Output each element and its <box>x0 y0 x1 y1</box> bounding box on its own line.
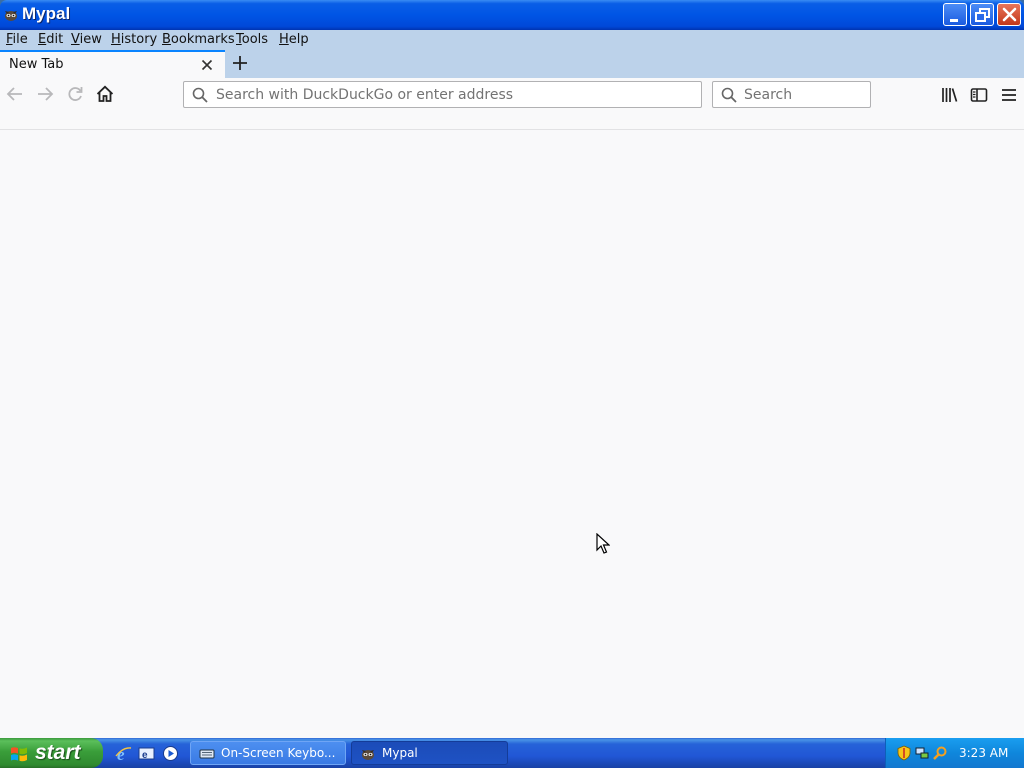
library-icon[interactable] <box>940 85 960 105</box>
menu-help[interactable]: Help <box>279 32 309 47</box>
security-shield-icon[interactable] <box>896 745 912 761</box>
mypal-raccoon-icon <box>5 11 17 21</box>
window-title: Mypal <box>22 4 71 23</box>
address-bar[interactable] <box>183 81 702 108</box>
close-icon <box>1002 7 1017 22</box>
menu-bookmarks[interactable]: Bookmarks <box>162 32 235 47</box>
tab-strip: New Tab <box>0 50 1024 78</box>
search-input[interactable] <box>744 85 866 104</box>
taskbar-item-on-screen-keyboard[interactable]: On-Screen Keybo... <box>190 741 346 765</box>
internet-explorer-icon[interactable]: e <box>115 745 132 762</box>
menu-edit[interactable]: Edit <box>38 32 63 47</box>
close-button[interactable] <box>997 3 1021 26</box>
home-icon[interactable] <box>95 84 115 104</box>
windows-flag-icon <box>11 747 27 762</box>
back-arrow-icon[interactable] <box>5 84 25 104</box>
search-tray-icon[interactable] <box>932 745 948 761</box>
tab-close-icon[interactable] <box>199 57 215 73</box>
page-content[interactable] <box>0 130 1024 738</box>
minimize-icon <box>950 19 958 22</box>
window-titlebar[interactable]: Mypal <box>0 0 1024 30</box>
search-bar[interactable] <box>712 81 871 108</box>
minimize-button[interactable] <box>943 3 967 26</box>
svg-text:e: e <box>142 750 148 761</box>
menu-tools[interactable]: Tools <box>236 32 268 47</box>
address-input[interactable] <box>216 85 696 104</box>
restore-icon <box>975 8 990 22</box>
tab-label: New Tab <box>9 57 64 72</box>
search-icon <box>192 87 208 103</box>
menu-file[interactable]: File <box>6 32 28 47</box>
reload-icon[interactable] <box>65 84 85 104</box>
tab-new-tab[interactable]: New Tab <box>0 50 225 78</box>
network-icon[interactable] <box>914 745 930 761</box>
taskbar-item-mypal[interactable]: Mypal <box>351 741 508 765</box>
menu-history[interactable]: History <box>111 32 157 47</box>
plus-icon[interactable] <box>230 53 250 73</box>
taskbar: start e e On-Screen Keybo... Mypal 3:23 … <box>0 738 1024 768</box>
system-tray: 3:23 AM <box>885 738 1024 768</box>
forward-arrow-icon[interactable] <box>35 84 55 104</box>
start-label: start <box>35 741 81 764</box>
start-button[interactable]: start <box>0 738 103 768</box>
hamburger-menu-icon[interactable] <box>999 85 1019 105</box>
sidebar-icon[interactable] <box>969 85 989 105</box>
mypal-raccoon-icon <box>362 750 374 760</box>
clock: 3:23 AM <box>959 746 1009 760</box>
search-icon <box>721 87 737 103</box>
restore-button[interactable] <box>970 3 994 26</box>
keyboard-icon <box>199 749 215 759</box>
navigation-toolbar <box>0 78 1024 130</box>
outlook-express-icon[interactable]: e <box>138 745 155 762</box>
mouse-cursor-icon <box>596 533 610 554</box>
menubar: File Edit View History Bookmarks Tools H… <box>0 30 1024 50</box>
menu-view[interactable]: View <box>71 32 102 47</box>
media-player-icon[interactable] <box>162 745 179 762</box>
